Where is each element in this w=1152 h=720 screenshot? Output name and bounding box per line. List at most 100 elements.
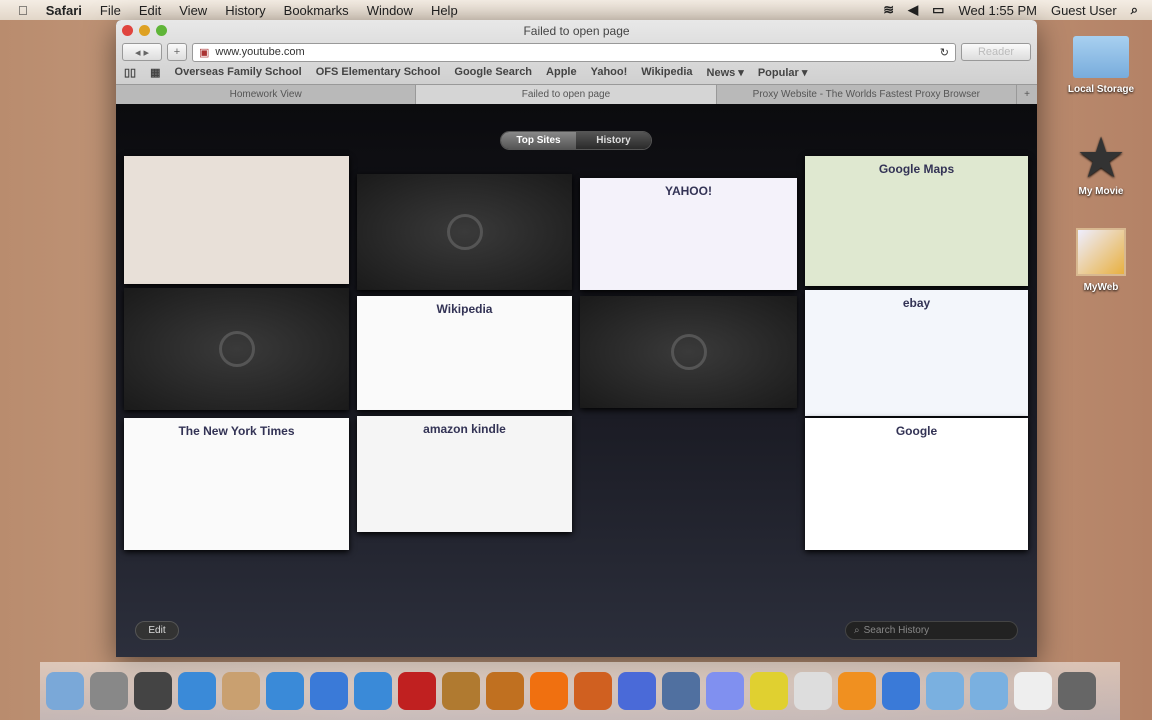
top-site-thumbnail[interactable]: Wikipedia bbox=[357, 296, 572, 410]
add-bookmark-button[interactable]: + bbox=[167, 43, 187, 61]
dock-app-icon[interactable] bbox=[970, 672, 1008, 710]
dock-app-icon[interactable] bbox=[398, 672, 436, 710]
top-sites-button[interactable]: Top Sites bbox=[501, 132, 576, 149]
menu-help[interactable]: Help bbox=[431, 3, 458, 18]
bookmark[interactable]: Yahoo! bbox=[591, 66, 628, 79]
menu-app[interactable]: Safari bbox=[46, 3, 82, 18]
dock-app-icon[interactable] bbox=[134, 672, 172, 710]
bookmark[interactable]: Overseas Family School bbox=[175, 66, 302, 79]
dock-app-icon[interactable] bbox=[1058, 672, 1096, 710]
site-label: YAHOO! bbox=[665, 184, 712, 198]
compass-placeholder-icon bbox=[218, 331, 255, 367]
back-forward-buttons[interactable]: ◂ ▸ bbox=[122, 43, 162, 61]
dock-app-icon[interactable] bbox=[310, 672, 348, 710]
desktop-label: MyWeb bbox=[1083, 282, 1119, 293]
dock-app-icon[interactable] bbox=[1014, 672, 1052, 710]
dock-app-icon[interactable] bbox=[178, 672, 216, 710]
menu-bar:  Safari File Edit View History Bookmark… bbox=[0, 0, 1152, 20]
dock-app-icon[interactable] bbox=[486, 672, 524, 710]
top-site-thumbnail[interactable] bbox=[580, 296, 797, 408]
site-label: ebay bbox=[902, 296, 931, 310]
desktop-label: My Movie bbox=[1078, 186, 1124, 197]
wifi-icon[interactable]: ≋ bbox=[883, 2, 894, 18]
volume-icon[interactable]: ◀ bbox=[908, 2, 918, 18]
desktop-item-myweb[interactable]: MyWeb bbox=[1062, 228, 1140, 293]
compass-placeholder-icon bbox=[670, 334, 707, 370]
desktop-label: Local Storage bbox=[1067, 84, 1135, 95]
site-label: The New York Times bbox=[178, 424, 295, 438]
address-bar[interactable]: ▣ www.youtube.com ↻ bbox=[192, 42, 956, 62]
top-site-thumbnail[interactable]: ebay bbox=[805, 290, 1028, 416]
new-tab-button[interactable]: + bbox=[1017, 85, 1037, 104]
top-site-thumbnail[interactable] bbox=[357, 174, 572, 290]
window-title: Failed to open page bbox=[523, 24, 630, 38]
iweb-icon bbox=[1076, 228, 1126, 276]
dock-app-icon[interactable] bbox=[90, 672, 128, 710]
dock-app-icon[interactable] bbox=[46, 672, 84, 710]
edit-button[interactable]: Edit bbox=[135, 621, 179, 640]
top-site-thumbnail[interactable]: Google Maps bbox=[805, 156, 1028, 286]
apple-menu-icon[interactable]:  bbox=[18, 3, 28, 18]
menu-bookmarks[interactable]: Bookmarks bbox=[284, 3, 349, 18]
dock-app-icon[interactable] bbox=[574, 672, 612, 710]
dock-app-icon[interactable] bbox=[618, 672, 656, 710]
bookmark[interactable]: Google Search bbox=[454, 66, 532, 79]
dock-app-icon[interactable] bbox=[266, 672, 304, 710]
reader-button[interactable]: Reader bbox=[961, 43, 1031, 61]
menu-file[interactable]: File bbox=[100, 3, 121, 18]
dock-app-icon[interactable] bbox=[222, 672, 260, 710]
dock-app-icon[interactable] bbox=[838, 672, 876, 710]
dock-app-icon[interactable] bbox=[882, 672, 920, 710]
site-label: Google bbox=[895, 424, 938, 438]
menu-window[interactable]: Window bbox=[367, 3, 413, 18]
battery-icon[interactable]: ▭ bbox=[932, 2, 944, 18]
top-site-thumbnail[interactable]: YAHOO! bbox=[580, 178, 797, 290]
site-label: Google Maps bbox=[878, 162, 955, 176]
folder-icon bbox=[1073, 36, 1129, 78]
menu-edit[interactable]: Edit bbox=[139, 3, 161, 18]
url-text: www.youtube.com bbox=[215, 46, 305, 58]
dock-app-icon[interactable] bbox=[706, 672, 744, 710]
top-site-thumbnail[interactable]: Google bbox=[805, 418, 1028, 550]
safari-window: Failed to open page ◂ ▸ + ▣ www.youtube.c… bbox=[116, 20, 1037, 657]
tab-bar: Homework View Failed to open page Proxy … bbox=[116, 84, 1037, 104]
favicon-icon: ▣ bbox=[199, 46, 210, 59]
menu-history[interactable]: History bbox=[225, 3, 265, 18]
top-site-thumbnail[interactable]: amazon kindle bbox=[357, 416, 572, 532]
top-site-thumbnail[interactable]: The New York Times bbox=[124, 418, 349, 550]
dock-app-icon[interactable] bbox=[662, 672, 700, 710]
spotlight-icon[interactable]: ⌕ bbox=[1131, 2, 1138, 18]
menu-view[interactable]: View bbox=[179, 3, 207, 18]
imovie-star-icon: ★ bbox=[1078, 130, 1124, 186]
top-sites-icon[interactable]: ▦ bbox=[150, 66, 160, 79]
top-site-thumbnail[interactable] bbox=[124, 156, 349, 284]
bookmark-folder[interactable]: Popular ▾ bbox=[758, 66, 808, 79]
tab-proxy-website[interactable]: Proxy Website - The Worlds Fastest Proxy… bbox=[717, 85, 1017, 104]
dock-app-icon[interactable] bbox=[794, 672, 832, 710]
top-site-thumbnail[interactable] bbox=[124, 288, 349, 410]
dock-app-icon[interactable] bbox=[750, 672, 788, 710]
site-label: amazon kindle bbox=[423, 422, 506, 436]
bookmark[interactable]: OFS Elementary School bbox=[316, 66, 441, 79]
tab-failed-to-open[interactable]: Failed to open page bbox=[416, 85, 717, 104]
bookmark[interactable]: Apple bbox=[546, 66, 577, 79]
history-button[interactable]: History bbox=[576, 132, 651, 149]
compass-placeholder-icon bbox=[446, 214, 483, 250]
desktop-item-local-storage[interactable]: Local Storage bbox=[1062, 36, 1140, 95]
bookmark[interactable]: Wikipedia bbox=[641, 66, 692, 79]
dock-app-icon[interactable] bbox=[530, 672, 568, 710]
user-menu[interactable]: Guest User bbox=[1051, 3, 1117, 18]
bookmark-folder[interactable]: News ▾ bbox=[707, 66, 744, 79]
search-history-field[interactable]: ⌕ Search History bbox=[845, 621, 1018, 640]
dock bbox=[40, 662, 1120, 720]
desktop-item-my-movie[interactable]: ★ My Movie bbox=[1062, 130, 1140, 197]
tab-homework-view[interactable]: Homework View bbox=[116, 85, 417, 104]
clock[interactable]: Wed 1:55 PM bbox=[958, 3, 1037, 18]
reload-icon[interactable]: ↻ bbox=[940, 46, 949, 59]
site-label: Wikipedia bbox=[436, 302, 493, 316]
dock-app-icon[interactable] bbox=[442, 672, 480, 710]
search-icon: ⌕ bbox=[854, 625, 860, 636]
dock-app-icon[interactable] bbox=[354, 672, 392, 710]
dock-app-icon[interactable] bbox=[926, 672, 964, 710]
reading-list-icon[interactable]: ▯▯ bbox=[124, 66, 136, 79]
